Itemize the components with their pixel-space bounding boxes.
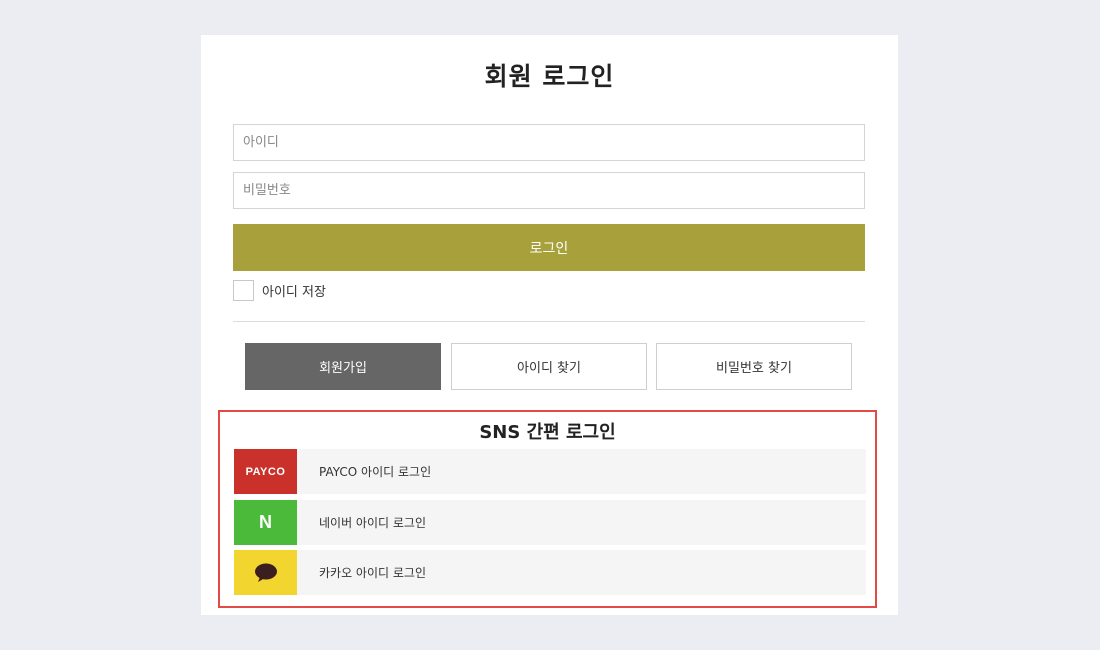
payco-logo-text: PAYCO — [245, 465, 286, 478]
login-card: 회원 로그인 로그인 아이디 저장 회원가입 아이디 찾기 비밀번호 찾기 SN… — [201, 35, 898, 615]
naver-logo-text: N — [259, 512, 272, 532]
password-input[interactable] — [233, 172, 865, 209]
payco-wordmark-icon: PAYCO — [234, 449, 297, 494]
speech-bubble-icon — [234, 550, 297, 595]
login-button[interactable]: 로그인 — [233, 224, 865, 271]
sns-login-title: SNS 간편 로그인 — [479, 422, 616, 443]
naver-n-icon: N — [234, 500, 297, 545]
kakao-login-label: 카카오 아이디 로그인 — [319, 566, 426, 580]
find-id-button[interactable]: 아이디 찾기 — [451, 343, 647, 390]
find-password-button[interactable]: 비밀번호 찾기 — [656, 343, 852, 390]
kakao-login-button[interactable]: 카카오 아이디 로그인 — [234, 550, 866, 595]
id-input[interactable] — [233, 124, 865, 161]
join-button[interactable]: 회원가입 — [245, 343, 441, 390]
payco-login-label: PAYCO 아이디 로그인 — [319, 465, 432, 479]
save-id-option[interactable]: 아이디 저장 — [233, 280, 326, 301]
save-id-label: 아이디 저장 — [262, 285, 326, 300]
divider — [233, 321, 865, 322]
sns-login-section: SNS 간편 로그인 PAYCO PAYCO 아이디 로그인 N 네이버 아이디… — [218, 410, 877, 608]
page-title: 회원 로그인 — [484, 62, 615, 91]
save-id-checkbox[interactable] — [233, 280, 254, 301]
payco-login-button[interactable]: PAYCO PAYCO 아이디 로그인 — [234, 449, 866, 494]
naver-login-label: 네이버 아이디 로그인 — [319, 516, 426, 530]
naver-login-button[interactable]: N 네이버 아이디 로그인 — [234, 500, 866, 545]
